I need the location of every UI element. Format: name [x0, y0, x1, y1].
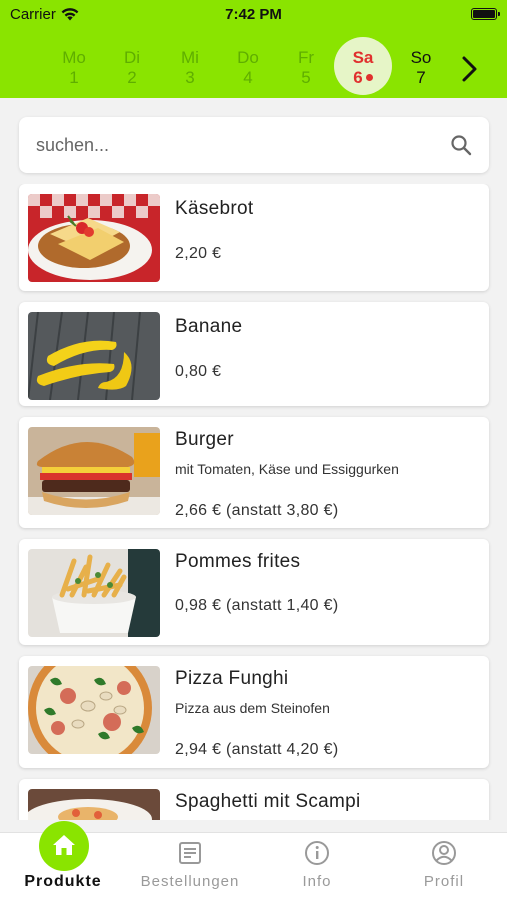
nav-label: Bestellungen	[140, 873, 240, 890]
chevron-right-icon[interactable]	[456, 54, 482, 84]
day-selector: Mo 1 Di 2 Mi 3 Do 4 Fr 5 Sa 6 So 7	[0, 36, 507, 98]
product-description: Pizza aus dem Steinofen	[175, 700, 330, 716]
home-icon	[53, 835, 75, 855]
product-name: Pizza Funghi	[175, 668, 289, 689]
product-card-spaghetti-mit-scampi[interactable]: Spaghetti mit Scampi	[19, 779, 489, 820]
product-name: Pommes frites	[175, 551, 301, 572]
order-dot-indicator	[365, 74, 373, 81]
nav-label: Info	[302, 873, 332, 890]
status-time: 7:42 PM	[225, 6, 282, 23]
day-di[interactable]: Di 2	[103, 36, 161, 98]
product-card-kaesebrot[interactable]: Käsebrot 2,20 €	[19, 184, 489, 291]
product-image-bananas	[28, 312, 160, 400]
info-icon	[305, 841, 329, 865]
product-name: Käsebrot	[175, 198, 254, 219]
bottom-navigation: Produkte Bestellungen Info Profil	[0, 821, 507, 900]
product-price: 0,80 €	[175, 363, 222, 380]
product-image-spaghetti	[28, 789, 160, 820]
nav-produkte[interactable]: Produkte	[0, 821, 126, 900]
nav-label: Produkte	[24, 873, 102, 890]
product-name: Spaghetti mit Scampi	[175, 791, 361, 812]
product-price: 0,98 € (anstatt 1,40 €)	[175, 597, 339, 614]
product-image-burger	[28, 427, 160, 515]
product-description: mit Tomaten, Käse und Essiggurken	[175, 461, 399, 477]
status-bar: Carrier 7:42 PM	[0, 0, 507, 28]
nav-profil[interactable]: Profil	[381, 833, 507, 900]
day-do[interactable]: Do 4	[219, 36, 277, 98]
search-input[interactable]	[36, 117, 436, 173]
app-header: Carrier 7:42 PM Mo 1 Di 2 Mi 3 Do 4 Fr 5 Sa 6	[0, 0, 507, 98]
product-list: Käsebrot 2,20 € Banane 0,80 € Burger mit…	[0, 184, 507, 820]
product-card-banane[interactable]: Banane 0,80 €	[19, 302, 489, 406]
receipt-icon	[179, 842, 201, 864]
battery-icon	[471, 8, 500, 20]
nav-label: Profil	[423, 873, 465, 890]
day-so[interactable]: So 7	[392, 36, 450, 98]
search-bar	[19, 117, 489, 173]
day-mo[interactable]: Mo 1	[45, 36, 103, 98]
nav-bestellungen[interactable]: Bestellungen	[127, 833, 253, 900]
product-image-fries	[28, 549, 160, 637]
product-name: Burger	[175, 429, 234, 450]
search-icon[interactable]	[449, 133, 473, 157]
product-card-burger[interactable]: Burger mit Tomaten, Käse und Essiggurken…	[19, 417, 489, 528]
day-mi[interactable]: Mi 3	[161, 36, 219, 98]
product-image-pizza	[28, 666, 160, 754]
profile-icon	[432, 841, 456, 865]
day-sa-selected[interactable]: Sa 6	[334, 36, 392, 98]
product-price: 2,94 € (anstatt 4,20 €)	[175, 741, 339, 758]
product-card-pommes-frites[interactable]: Pommes frites 0,98 € (anstatt 1,40 €)	[19, 539, 489, 645]
product-image-cheese-bread	[28, 194, 160, 282]
nav-info[interactable]: Info	[254, 833, 380, 900]
product-card-pizza-funghi[interactable]: Pizza Funghi Pizza aus dem Steinofen 2,9…	[19, 656, 489, 768]
product-price: 2,20 €	[175, 245, 222, 262]
day-fr[interactable]: Fr 5	[277, 36, 335, 98]
product-name: Banane	[175, 316, 243, 337]
product-price: 2,66 € (anstatt 3,80 €)	[175, 502, 339, 519]
